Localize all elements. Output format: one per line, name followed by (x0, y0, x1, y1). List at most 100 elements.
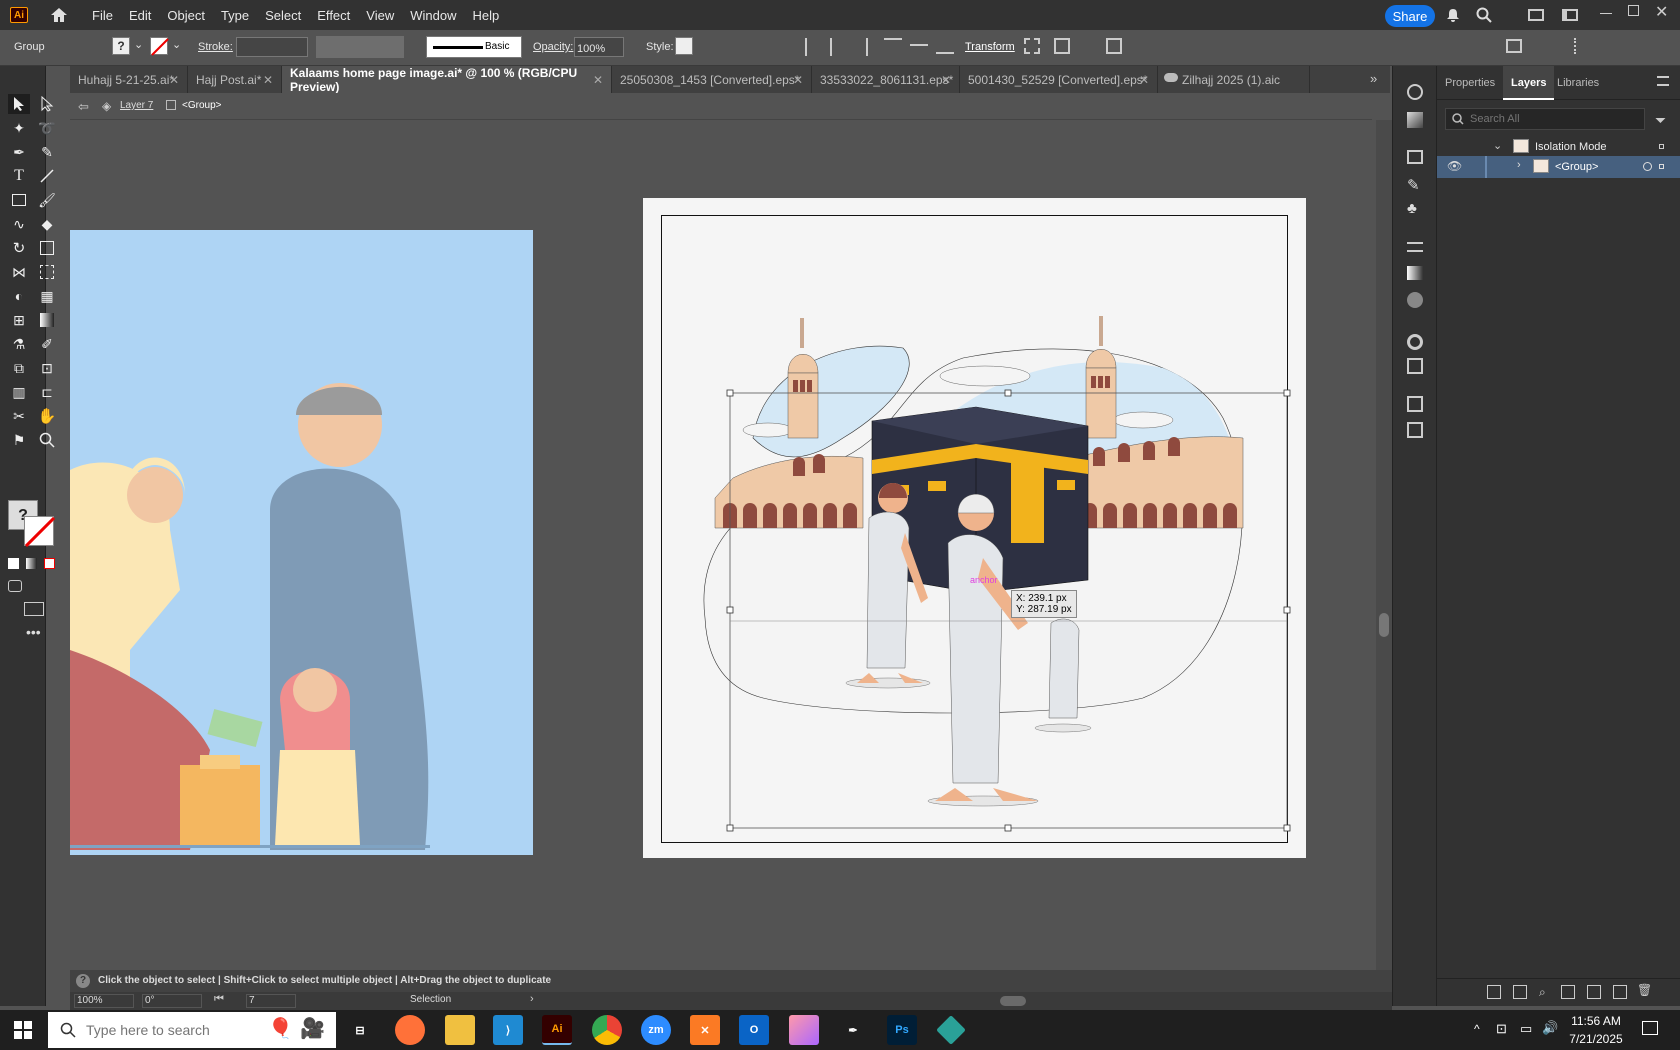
canvas-area[interactable]: anchor X: 239.1 px Y: 287.19 px (70, 120, 1376, 970)
perspective-grid-tool-icon[interactable]: ▦ (36, 286, 58, 306)
menu-effect[interactable]: Effect (317, 8, 350, 23)
symbols-icon[interactable]: ♣ (1407, 200, 1417, 217)
clipping-mask-icon[interactable] (1561, 985, 1575, 999)
zoom-input[interactable]: 100% (74, 994, 134, 1008)
stroke-panel-icon[interactable] (1407, 242, 1423, 252)
align-top-icon[interactable] (884, 38, 902, 50)
stroke-dropdown-icon[interactable]: ⌄ (172, 38, 181, 51)
width-tool-icon[interactable]: ⋈ (8, 262, 30, 282)
free-transform-tool-icon[interactable] (36, 262, 58, 282)
transform-button[interactable]: Transform (965, 41, 1015, 53)
home-icon[interactable] (48, 5, 70, 25)
tab-hajj-post[interactable]: Hajj Post.ai* ✕ (188, 66, 282, 93)
minimize-button[interactable] (1600, 13, 1612, 14)
vertical-scrollbar[interactable] (1376, 120, 1392, 970)
puppet-warp-icon[interactable] (1054, 38, 1070, 54)
horizontal-scroll-thumb[interactable] (1000, 996, 1026, 1006)
menu-object[interactable]: Object (167, 8, 205, 23)
line-tool-icon[interactable] (36, 166, 58, 186)
arrange-icon[interactable] (1506, 39, 1522, 53)
style-swatch[interactable] (675, 37, 693, 55)
delete-layer-icon[interactable]: 🗑 (1637, 983, 1652, 997)
selection-indicator[interactable] (1659, 164, 1664, 169)
align-left-icon[interactable] (805, 38, 817, 56)
gradient-mode-icon[interactable] (26, 558, 37, 569)
paintbrush-tool-icon[interactable]: 🖌 (36, 190, 58, 210)
windows-start-icon[interactable] (14, 1021, 32, 1039)
gem-app-icon[interactable] (936, 1015, 966, 1045)
align-middle-icon[interactable] (910, 44, 928, 56)
tab-huhajj[interactable]: Huhajj 5-21-25.ai* ✕ (70, 66, 188, 93)
pen-tool-icon[interactable]: ✒ (8, 142, 30, 162)
tab-25050308[interactable]: 25050308_1453 [Converted].eps* ✕ (612, 66, 812, 93)
expand-chevron-icon[interactable]: › (1517, 159, 1521, 171)
mesh-tool-icon[interactable]: ⊞ (8, 310, 30, 330)
export-icon[interactable] (1407, 396, 1423, 412)
layers-search-input[interactable] (1470, 111, 1640, 127)
slice-tool-icon[interactable]: ✂ (8, 406, 30, 426)
pen-app-icon[interactable]: ✒ (838, 1015, 868, 1045)
shaper-tool-icon[interactable]: ∿ (8, 214, 30, 234)
layer-name[interactable]: Isolation Mode (1535, 141, 1607, 153)
align-right-icon[interactable] (856, 38, 868, 56)
align-center-icon[interactable] (830, 38, 842, 56)
taskbar-search[interactable]: 🎈 🎥 (48, 1012, 336, 1048)
print-tiling-tool-icon[interactable]: ⚑ (8, 430, 30, 450)
menu-help[interactable]: Help (472, 8, 499, 23)
outlook-icon[interactable]: O (739, 1015, 769, 1045)
direct-selection-tool-icon[interactable] (36, 94, 58, 114)
search-icon[interactable] (1476, 7, 1492, 26)
magic-wand-tool-icon[interactable]: ✦ (8, 118, 30, 138)
panel-menu-icon[interactable] (1657, 76, 1669, 86)
locate-object-icon[interactable] (1513, 985, 1527, 999)
stroke-swatch[interactable] (150, 37, 169, 56)
panel-menu-icon[interactable] (1574, 38, 1577, 54)
close-tab-icon[interactable]: ✕ (169, 73, 179, 87)
graph-tool-icon[interactable]: ▥ (8, 382, 30, 402)
notifications-icon[interactable] (1642, 1021, 1658, 1035)
brush-definition[interactable]: Basic (426, 36, 522, 58)
rectangle-tool-icon[interactable] (8, 190, 30, 210)
none-mode-icon[interactable] (44, 558, 55, 569)
search-layer-icon[interactable]: ⌕ (1539, 985, 1546, 1000)
chrome-icon[interactable] (592, 1015, 622, 1045)
brushes-icon[interactable]: ✎ (1407, 176, 1420, 194)
symbol-sprayer-tool-icon[interactable]: ⊡ (36, 358, 58, 378)
tray-chevron-icon[interactable]: ^ (1474, 1022, 1480, 1036)
zoom-tool-icon[interactable] (36, 430, 58, 450)
eyedropper-tool-icon[interactable]: ⚗ (8, 334, 30, 354)
edit-toolbar-icon[interactable]: ••• (26, 624, 41, 640)
tab-5001430[interactable]: 5001430_52529 [Converted].eps* ✕ (960, 66, 1158, 93)
gradient-panel-icon[interactable] (1407, 266, 1423, 280)
measure-tool-icon[interactable]: ✐ (36, 334, 58, 354)
artboard-tool-icon[interactable]: ⊏ (36, 382, 58, 402)
close-tab-icon[interactable]: ✕ (263, 73, 273, 87)
color-mode-icon[interactable] (8, 558, 19, 569)
firefox-icon[interactable] (395, 1015, 425, 1045)
tab-zilhajj[interactable]: Zilhajj 2025 (1).aic (1158, 66, 1310, 93)
network-icon[interactable]: ⊡ (1496, 1021, 1507, 1037)
rotate-tool-icon[interactable]: ↻ (8, 238, 30, 258)
more-tabs-icon[interactable]: » (1370, 71, 1377, 86)
screen-mode-icon[interactable] (24, 602, 44, 616)
tab-kalaams-home[interactable]: Kalaams home page image.ai* @ 100 % (RGB… (282, 66, 612, 94)
close-window-button[interactable]: ✕ (1655, 2, 1668, 22)
stroke-color-box[interactable] (24, 516, 56, 548)
creative-cloud-icon[interactable] (789, 1015, 819, 1045)
taskbar-date[interactable]: 7/21/2025 (1566, 1032, 1626, 1046)
target-icon[interactable] (1659, 144, 1664, 149)
menu-view[interactable]: View (366, 8, 394, 23)
artboard-number-input[interactable]: 7 (246, 994, 296, 1008)
collect-export-icon[interactable] (1487, 985, 1501, 999)
opacity-input[interactable]: 100% (574, 37, 624, 57)
artboard[interactable]: anchor X: 239.1 px Y: 287.19 px (643, 198, 1306, 858)
color-guide-icon[interactable] (1407, 112, 1423, 128)
stroke-weight-input[interactable] (236, 37, 308, 57)
lasso-tool-icon[interactable]: ➰ (36, 118, 58, 138)
status-menu-icon[interactable]: › (530, 993, 534, 1005)
bell-icon[interactable] (1446, 8, 1460, 25)
fill-swatch[interactable]: ? (112, 37, 130, 55)
task-view-icon[interactable]: ⊟ (345, 1015, 375, 1045)
target-circle-icon[interactable] (1643, 162, 1652, 171)
tab-layers[interactable]: Layers (1503, 66, 1555, 100)
